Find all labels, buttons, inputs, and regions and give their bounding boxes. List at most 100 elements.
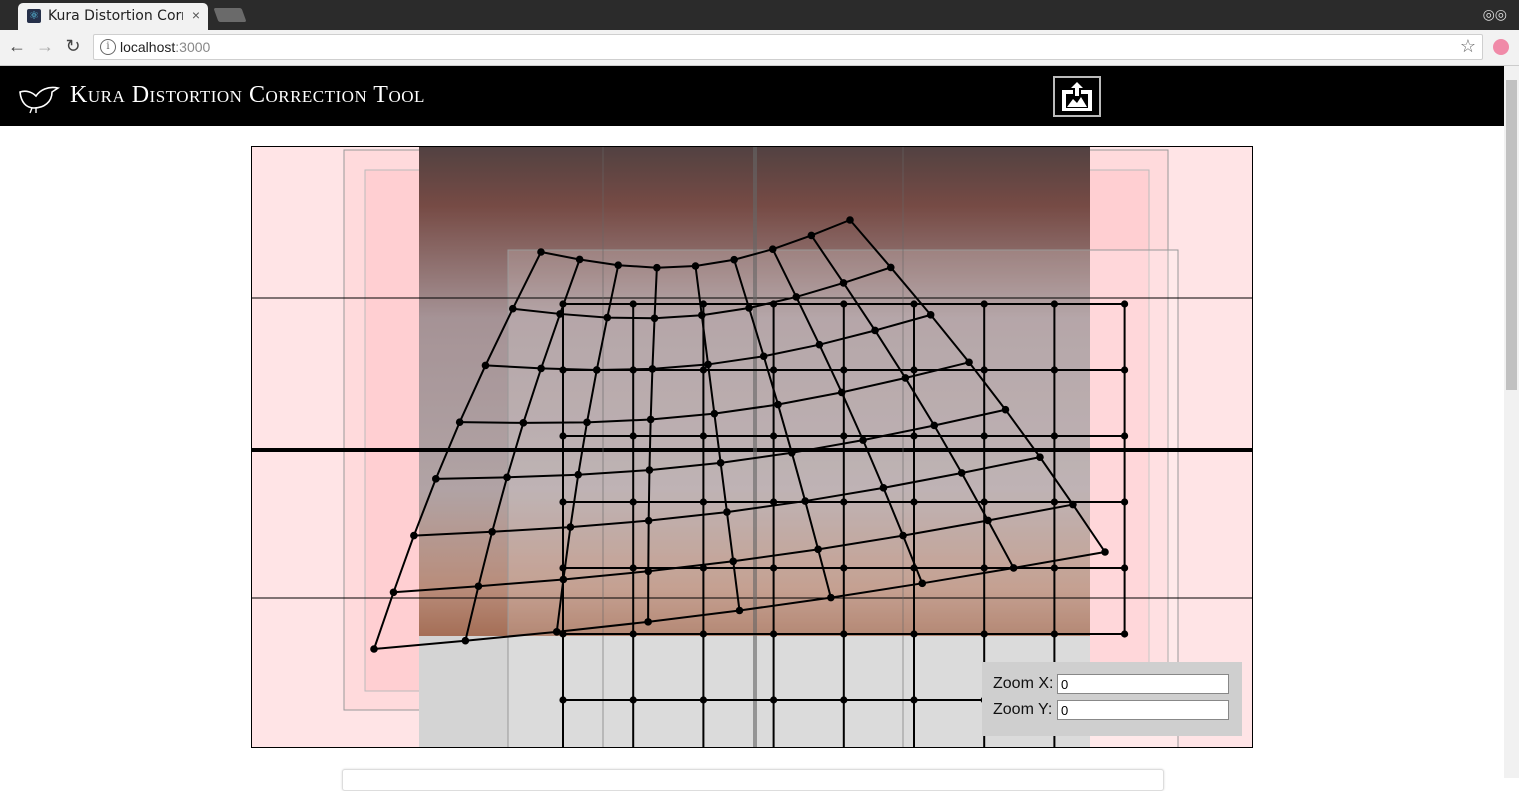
grid-control-point[interactable] (559, 696, 567, 704)
distortion-control-point[interactable] (566, 523, 575, 531)
grid-control-point[interactable] (699, 432, 707, 440)
grid-control-point[interactable] (1121, 432, 1129, 440)
forward-arrow-icon[interactable]: → (34, 36, 56, 57)
distortion-control-point[interactable] (481, 361, 490, 370)
grid-control-point[interactable] (770, 366, 778, 374)
grid-control-point[interactable] (699, 696, 707, 704)
grid-control-point[interactable] (1121, 366, 1129, 374)
grid-control-point[interactable] (1050, 630, 1058, 638)
distortion-control-point[interactable] (965, 358, 973, 367)
distortion-control-point[interactable] (474, 582, 483, 591)
distortion-control-point[interactable] (839, 279, 848, 287)
distortion-control-point[interactable] (1009, 564, 1018, 572)
grid-control-point[interactable] (629, 498, 637, 506)
distortion-control-point[interactable] (837, 388, 846, 397)
distortion-control-point[interactable] (807, 231, 816, 240)
grid-control-point[interactable] (840, 564, 848, 572)
distortion-control-point[interactable] (653, 263, 661, 272)
new-tab-button[interactable] (213, 8, 247, 22)
grid-control-point[interactable] (840, 696, 848, 704)
distortion-control-point[interactable] (814, 545, 822, 554)
distortion-control-point[interactable] (614, 261, 623, 270)
grid-control-point[interactable] (629, 432, 637, 440)
grid-control-point[interactable] (980, 564, 988, 572)
distortion-control-point[interactable] (735, 606, 744, 615)
distortion-control-point[interactable] (827, 593, 835, 602)
grid-control-point[interactable] (1121, 498, 1129, 506)
address-bar[interactable]: i localhost:3000 ☆ (93, 34, 1483, 60)
distortion-control-point[interactable] (519, 419, 528, 427)
distortion-control-point[interactable] (648, 365, 657, 373)
grid-control-point[interactable] (1050, 300, 1058, 308)
distortion-control-point[interactable] (691, 262, 700, 270)
grid-control-point[interactable] (1121, 300, 1129, 308)
grid-control-point[interactable] (699, 630, 707, 638)
distortion-control-point[interactable] (537, 248, 545, 256)
page-scrollbar[interactable] (1504, 66, 1519, 778)
grid-control-point[interactable] (980, 630, 988, 638)
grid-control-point[interactable] (840, 498, 848, 506)
distortion-control-point[interactable] (461, 636, 470, 645)
distortion-control-point[interactable] (901, 374, 910, 382)
distortion-control-point[interactable] (1069, 500, 1077, 509)
distortion-control-point[interactable] (984, 516, 992, 525)
grid-control-point[interactable] (980, 300, 988, 308)
distortion-control-point[interactable] (455, 418, 464, 426)
grid-control-point[interactable] (559, 498, 567, 506)
distortion-control-point[interactable] (1001, 405, 1010, 414)
zoom-x-input[interactable] (1057, 674, 1229, 694)
distortion-control-point[interactable] (644, 618, 652, 626)
grid-control-point[interactable] (770, 630, 778, 638)
distortion-control-point[interactable] (559, 575, 568, 584)
distortion-control-point[interactable] (871, 326, 879, 335)
distortion-control-point[interactable] (846, 216, 854, 224)
distortion-control-point[interactable] (575, 255, 584, 264)
reload-icon[interactable]: ↻ (62, 36, 84, 57)
grid-control-point[interactable] (770, 432, 778, 440)
extension-icon[interactable] (1493, 39, 1509, 55)
grid-control-point[interactable] (910, 696, 918, 704)
grid-control-point[interactable] (910, 630, 918, 638)
distortion-control-point[interactable] (370, 645, 378, 653)
distortion-control-point[interactable] (926, 311, 935, 319)
distortion-control-point[interactable] (899, 531, 907, 540)
distortion-control-point[interactable] (957, 469, 966, 477)
distortion-control-point[interactable] (697, 311, 706, 320)
upload-image-button[interactable] (1053, 76, 1101, 117)
grid-control-point[interactable] (1121, 564, 1129, 572)
distortion-control-point[interactable] (650, 314, 659, 323)
distortion-control-point[interactable] (503, 473, 511, 482)
distortion-control-point[interactable] (644, 567, 653, 576)
distortion-control-point[interactable] (774, 400, 782, 409)
distortion-control-point[interactable] (432, 475, 440, 483)
distortion-control-point[interactable] (930, 421, 939, 430)
distortion-control-point[interactable] (768, 245, 777, 254)
distortion-control-point[interactable] (886, 263, 895, 272)
distortion-control-point[interactable] (645, 466, 654, 474)
distortion-control-point[interactable] (704, 360, 712, 369)
distortion-control-point[interactable] (792, 293, 801, 301)
grid-control-point[interactable] (1121, 630, 1129, 638)
zoom-y-input[interactable] (1057, 700, 1229, 720)
scrollbar-thumb[interactable] (1506, 80, 1517, 390)
grid-control-point[interactable] (770, 564, 778, 572)
grid-control-point[interactable] (629, 696, 637, 704)
distortion-control-point[interactable] (646, 415, 655, 424)
grid-control-point[interactable] (629, 630, 637, 638)
bookmark-star-icon[interactable]: ☆ (1460, 36, 1476, 57)
distortion-control-point[interactable] (389, 588, 398, 597)
grid-control-point[interactable] (840, 630, 848, 638)
grid-control-point[interactable] (1050, 366, 1058, 374)
grid-control-point[interactable] (840, 432, 848, 440)
grid-control-point[interactable] (629, 300, 637, 308)
distortion-control-point[interactable] (710, 409, 719, 418)
distortion-control-point[interactable] (716, 459, 725, 467)
distortion-control-point[interactable] (488, 527, 496, 536)
distortion-control-point[interactable] (730, 255, 738, 264)
info-icon[interactable]: i (100, 39, 116, 55)
distortion-control-point[interactable] (574, 470, 583, 479)
distortion-control-point[interactable] (1101, 548, 1109, 556)
grid-control-point[interactable] (910, 432, 918, 440)
distortion-control-point[interactable] (603, 313, 612, 322)
distortion-control-point[interactable] (729, 557, 738, 566)
